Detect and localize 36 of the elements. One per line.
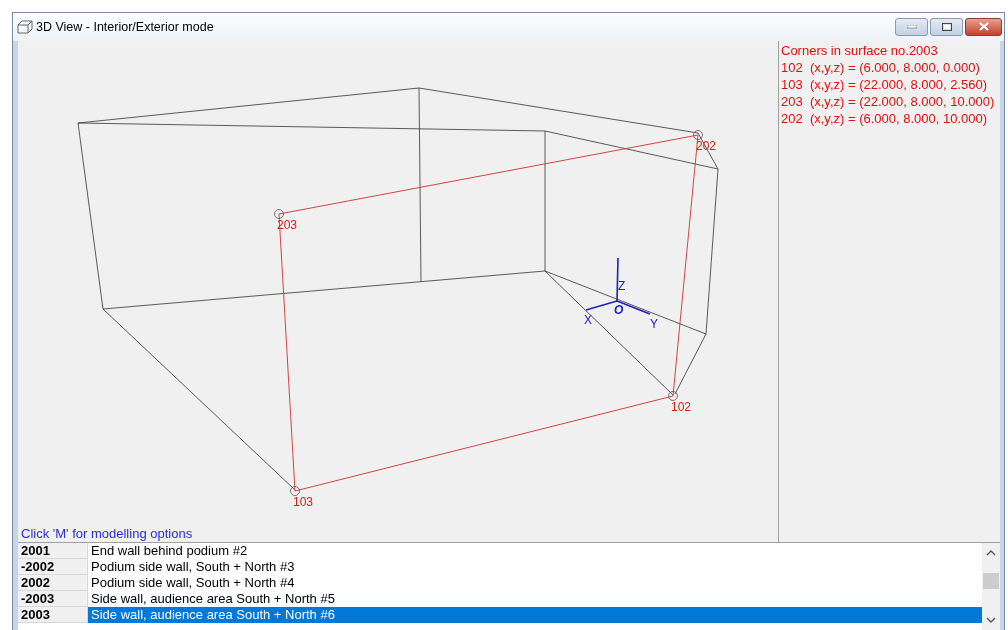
corner-marker [668, 390, 678, 401]
y-axis-label: Y [650, 316, 658, 331]
surface-name[interactable]: Side wall, audience area South + North #6 [88, 606, 982, 623]
cube-icon [17, 19, 33, 34]
scrollbar[interactable] [982, 542, 1000, 630]
surface-number: 2001 [18, 542, 88, 559]
x-axis-label: X [584, 312, 592, 327]
corner-marker [290, 485, 300, 496]
corner-info-line: 102 (x,y,z) = (6.000, 8.000, 0.000) [781, 58, 980, 76]
corner-label: 103 [293, 494, 314, 509]
corner-info-line: 203 (x,y,z) = (22.000, 8.000, 10.000) [781, 92, 995, 110]
surface-name[interactable]: End wall behind podium #2 [88, 542, 982, 559]
close-button[interactable] [965, 17, 1002, 36]
minimize-icon [906, 24, 917, 29]
scroll-down-icon[interactable] [986, 616, 996, 623]
corner-info-line: 202 (x,y,z) = (6.000, 8.000, 10.000) [781, 109, 988, 127]
window-title: 3D View - Interior/Exterior mode [36, 19, 215, 34]
maximize-icon [941, 22, 952, 31]
corner-label: 102 [671, 399, 692, 414]
corner-label: 202 [696, 138, 717, 153]
corner-info-line: 103 (x,y,z) = (22.000, 8.000, 2.560) [781, 75, 988, 93]
origin-label: O [614, 302, 624, 317]
maximize-button[interactable] [930, 17, 963, 36]
corner-marker [274, 208, 284, 219]
close-icon [978, 22, 989, 32]
corner-marker [693, 129, 703, 140]
surface-name[interactable]: Podium side wall, South + North #3 [88, 558, 982, 575]
surface-name[interactable]: Side wall, audience area South + North #5 [88, 590, 982, 607]
axes-drawing [585, 256, 651, 315]
corner-label: 203 [277, 217, 298, 232]
surface-name[interactable]: Podium side wall, South + North #4 [88, 574, 982, 591]
scroll-up-icon[interactable] [986, 549, 996, 556]
modelling-hint: Click 'M' for modelling options [20, 525, 193, 542]
scroll-thumb[interactable] [983, 572, 999, 589]
corner-info-line: Corners in surface no.2003 [781, 41, 938, 59]
z-axis-label: Z [618, 278, 626, 293]
